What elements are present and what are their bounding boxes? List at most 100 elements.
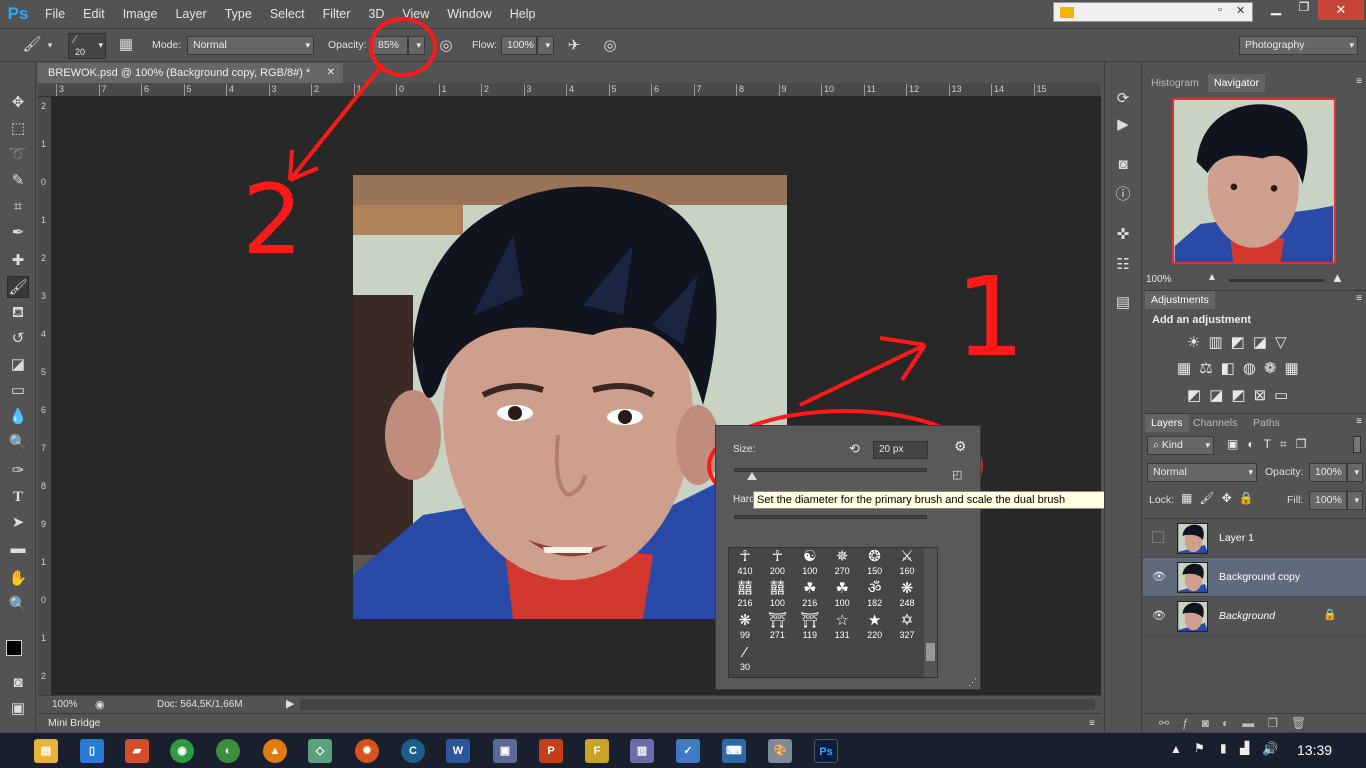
new-layer-icon[interactable]: ❐ xyxy=(1267,716,1291,730)
brush-tool-active-icon[interactable]: 🖌 xyxy=(7,276,29,298)
resize-grip-icon[interactable]: ⋰ xyxy=(968,677,977,688)
curves-icon[interactable]: ◩ xyxy=(1231,334,1253,351)
tool-presets-icon[interactable]: ✜ xyxy=(1112,224,1134,246)
brush-tip[interactable]: ☘ 216 xyxy=(794,580,826,612)
delete-layer-icon[interactable]: 🗑 xyxy=(1291,716,1319,730)
brush-tip[interactable]: ✵ 270 xyxy=(826,548,858,580)
window-restore-button[interactable]: ❐ xyxy=(1290,0,1318,20)
menu-view[interactable]: View xyxy=(393,0,438,28)
flow-input[interactable]: 100% xyxy=(501,36,537,55)
brush-tip[interactable]: ⚔ 160 xyxy=(891,548,923,580)
filter-adjustment-icon[interactable]: ◐ xyxy=(1247,437,1263,451)
visibility-eye-icon[interactable]: 👁 xyxy=(1152,609,1166,622)
brush-tip[interactable]: 囍 216 xyxy=(729,580,761,612)
layer-comps-icon[interactable]: ▤ xyxy=(1112,292,1134,314)
adjustments-menu-icon[interactable]: ≡ xyxy=(1356,293,1362,304)
navigator-menu-icon[interactable]: ≡ xyxy=(1356,76,1362,87)
visibility-off-box[interactable] xyxy=(1152,531,1164,543)
history-panel-icon[interactable]: ⟳ xyxy=(1112,88,1134,110)
lasso-tool-icon[interactable]: ➰ xyxy=(7,144,29,166)
brush-panel-toggle-icon[interactable]: ▦ xyxy=(114,35,138,55)
pressure-size-icon[interactable]: ◎ xyxy=(598,36,622,56)
reset-size-icon[interactable]: ⟲ xyxy=(849,441,860,457)
type-tool-icon[interactable]: T xyxy=(7,486,29,508)
brush-tip[interactable]: ☆ 131 xyxy=(826,612,858,644)
path-selection-tool-icon[interactable]: ➤ xyxy=(7,512,29,534)
menu-edit[interactable]: Edit xyxy=(74,0,114,28)
fill-dropdown[interactable] xyxy=(1347,491,1363,510)
hand-tool-icon[interactable]: ✋ xyxy=(7,568,29,590)
eyedropper-tool-icon[interactable]: ✒ xyxy=(7,222,29,244)
brush-grid-scrollbar[interactable] xyxy=(924,548,937,677)
filter-toggle[interactable] xyxy=(1353,436,1361,453)
brush-tip[interactable]: ☥ 410 xyxy=(729,548,761,580)
menu-layer[interactable]: Layer xyxy=(166,0,215,28)
brush-tip[interactable]: ❂ 150 xyxy=(859,548,891,580)
layer-name[interactable]: Background xyxy=(1219,610,1275,622)
airbrush-icon[interactable]: ✈ xyxy=(562,36,586,56)
hardness-slider[interactable] xyxy=(734,515,927,519)
new-adjustment-icon[interactable]: ◐ xyxy=(1222,716,1242,730)
layer-style-icon[interactable]: ƒ xyxy=(1182,716,1202,730)
lock-position-icon[interactable]: ✥ xyxy=(1222,491,1239,505)
powerpoint-icon[interactable]: P xyxy=(539,739,563,763)
horizontal-scrollbar[interactable] xyxy=(300,699,1095,710)
move-tool-icon[interactable]: ✥ xyxy=(7,92,29,114)
phone-app-icon[interactable]: ▯ xyxy=(80,739,104,763)
status-preview-icon[interactable]: ◉ xyxy=(95,698,105,711)
window-close-button[interactable]: ✕ xyxy=(1318,0,1364,20)
filter-smart-icon[interactable]: ❐ xyxy=(1296,437,1316,451)
floating-mini-window[interactable]: ▫ ✕ xyxy=(1053,2,1253,22)
info-panel-icon[interactable]: ⓘ xyxy=(1112,184,1134,206)
browser-globe-icon[interactable]: ◐ xyxy=(216,739,240,763)
opacity-dropdown[interactable] xyxy=(408,36,425,55)
menu-filter[interactable]: Filter xyxy=(314,0,360,28)
photo-filter-icon[interactable]: ◍ xyxy=(1243,360,1264,377)
game-app-icon[interactable]: F xyxy=(585,739,609,763)
filter-pixel-icon[interactable]: ▣ xyxy=(1227,437,1247,451)
presentation-app-icon[interactable]: ▰ xyxy=(125,739,149,763)
pressure-opacity-icon[interactable]: ◎ xyxy=(434,36,458,56)
tab-channels[interactable]: Channels xyxy=(1187,414,1243,432)
layer-opacity-dropdown[interactable] xyxy=(1347,463,1363,482)
brightness-icon[interactable]: ☀ xyxy=(1187,334,1208,351)
archive-app-icon[interactable]: ▥ xyxy=(630,739,654,763)
eraser-tool-icon[interactable]: ◪ xyxy=(7,354,29,376)
channel-mixer-icon[interactable]: ❁ xyxy=(1264,360,1285,377)
foreground-color-swatch[interactable] xyxy=(6,640,22,656)
lock-all-icon[interactable]: 🔒 xyxy=(1239,491,1261,505)
tray-arrow-icon[interactable]: ▲ xyxy=(1170,742,1182,756)
layer-row[interactable]: 👁 Background copy xyxy=(1143,558,1366,597)
photoshop-taskbar-icon[interactable]: Ps xyxy=(814,739,838,763)
menu-type[interactable]: Type xyxy=(216,0,261,28)
window-minimize-button[interactable]: ▁ xyxy=(1262,0,1290,20)
close-tab-icon[interactable]: ✕ xyxy=(327,63,335,83)
new-group-icon[interactable]: ▬ xyxy=(1242,716,1267,730)
navigator-zoom-value[interactable]: 100% xyxy=(1146,274,1172,285)
clone-stamp-tool-icon[interactable]: ⛾ xyxy=(7,302,29,324)
tab-paths[interactable]: Paths xyxy=(1247,414,1286,432)
document-tab[interactable]: BREWOK.psd @ 100% (Background copy, RGB/… xyxy=(38,63,343,83)
navigator-preview[interactable] xyxy=(1172,98,1336,264)
vibrance-icon[interactable]: ▽ xyxy=(1275,334,1295,351)
zoom-in-icon[interactable]: ▲ xyxy=(1331,270,1344,285)
blur-tool-icon[interactable]: 💧 xyxy=(7,406,29,428)
clock-time[interactable]: 13:39 xyxy=(1297,742,1332,758)
invert-icon[interactable]: ◩ xyxy=(1187,387,1209,404)
picker-settings-gear-icon[interactable]: ⚙ xyxy=(954,438,967,455)
brush-scroll-thumb[interactable] xyxy=(926,643,935,661)
brush-tip[interactable]: ★ 220 xyxy=(859,612,891,644)
zoom-level[interactable]: 100% xyxy=(52,699,78,710)
brush-tip[interactable]: ⛩ 271 xyxy=(761,612,793,644)
quick-selection-tool-icon[interactable]: ✎ xyxy=(7,170,29,192)
network-tool-icon[interactable]: ◇ xyxy=(308,739,332,763)
gradient-tool-icon[interactable]: ▭ xyxy=(7,380,29,402)
layer-filter-kind[interactable]: ⌕ Kind xyxy=(1147,436,1214,455)
settings-tool-icon[interactable]: ✹ xyxy=(355,739,379,763)
threshold-icon[interactable]: ◩ xyxy=(1231,387,1253,404)
pen-tool-icon[interactable]: ✑ xyxy=(7,460,29,482)
media-app-icon[interactable]: ▣ xyxy=(493,739,517,763)
filter-type-icon[interactable]: T xyxy=(1264,437,1280,451)
lock-pixels-icon[interactable]: 🖌 xyxy=(1199,491,1221,505)
visibility-eye-icon[interactable]: 👁 xyxy=(1152,570,1166,583)
